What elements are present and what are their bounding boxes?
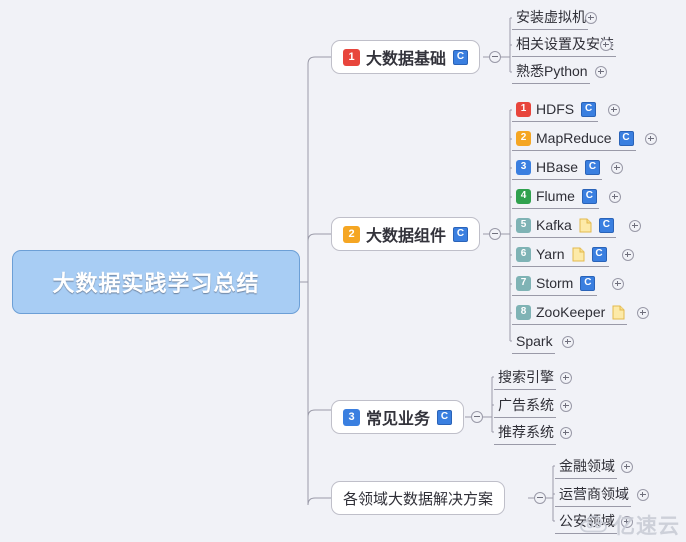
branch-label-2: 大数据组件 xyxy=(366,228,447,245)
expand-toggle-1-1[interactable] xyxy=(585,12,597,24)
c-icon[interactable]: C xyxy=(453,226,469,242)
collapse-toggle-branch-3[interactable] xyxy=(471,411,483,423)
leaf-badge: 7 xyxy=(516,275,531,291)
expand-toggle-3-1[interactable] xyxy=(560,372,572,384)
leaf-badge: 8 xyxy=(516,304,531,320)
leaf-node-2-3[interactable]: 3 HBase C xyxy=(512,156,603,180)
leaf-label: Kafka xyxy=(536,217,572,233)
leaf-node-3-1[interactable]: 搜索引擎 xyxy=(494,366,556,390)
leaf-node-1-3[interactable]: 熟悉Python xyxy=(512,60,590,84)
watermark: 亿速云 xyxy=(579,510,680,540)
expand-toggle-4-2[interactable] xyxy=(637,489,649,501)
leaf-node-2-6[interactable]: 6 Yarn C xyxy=(512,243,609,267)
branch-badge-3: 3 xyxy=(343,408,360,426)
leaf-label: HDFS xyxy=(536,101,575,117)
leaf-badge: 1 xyxy=(516,101,531,117)
leaf-label: Spark xyxy=(516,333,553,349)
collapse-toggle-branch-4[interactable] xyxy=(534,492,546,504)
note-icon[interactable] xyxy=(572,247,585,262)
c-icon[interactable]: C xyxy=(581,101,597,117)
leaf-badge: 4 xyxy=(516,188,531,204)
branch-node-3[interactable]: 3 常见业务 C xyxy=(331,400,465,434)
root-node[interactable]: 大数据实践学习总结 xyxy=(12,250,300,314)
cloud-icon xyxy=(580,515,607,533)
leaf-badge: 2 xyxy=(516,130,531,146)
collapse-toggle-branch-1[interactable] xyxy=(489,51,501,63)
leaf-label: 广告系统 xyxy=(498,397,554,413)
leaf-label: 运营商领域 xyxy=(559,486,629,502)
branch-label-3: 常见业务 xyxy=(366,411,431,428)
expand-toggle-2-1[interactable] xyxy=(608,104,620,116)
leaf-node-2-7[interactable]: 7 Storm C xyxy=(512,272,598,296)
leaf-node-1-1[interactable]: 安装虚拟机 xyxy=(512,6,588,30)
leaf-node-2-1[interactable]: 1 HDFS C xyxy=(512,98,599,122)
expand-toggle-3-3[interactable] xyxy=(560,427,572,439)
leaf-label: ZooKeeper xyxy=(536,304,606,320)
leaf-node-2-8[interactable]: 8 ZooKeeper xyxy=(512,301,628,325)
leaf-label: 金融领域 xyxy=(559,458,615,474)
leaf-label: 熟悉Python xyxy=(516,63,588,79)
leaf-node-2-4[interactable]: 4 Flume C xyxy=(512,185,599,209)
expand-toggle-2-6[interactable] xyxy=(622,249,634,261)
leaf-badge: 5 xyxy=(516,217,531,233)
expand-toggle-2-8[interactable] xyxy=(637,307,649,319)
expand-toggle-2-9[interactable] xyxy=(562,336,574,348)
c-icon[interactable]: C xyxy=(598,217,614,233)
c-icon[interactable]: C xyxy=(453,49,469,65)
expand-toggle-2-2[interactable] xyxy=(645,133,657,145)
expand-toggle-2-4[interactable] xyxy=(609,191,621,203)
expand-toggle-3-2[interactable] xyxy=(560,400,572,412)
leaf-badge: 3 xyxy=(516,159,531,175)
leaf-node-2-2[interactable]: 2 MapReduce C xyxy=(512,127,636,151)
leaf-label: Storm xyxy=(536,275,574,291)
leaf-label: HBase xyxy=(536,159,579,175)
note-icon[interactable] xyxy=(579,218,592,233)
root-node-label: 大数据实践学习总结 xyxy=(52,271,260,296)
c-icon[interactable]: C xyxy=(581,188,597,204)
branch-badge-2: 2 xyxy=(343,225,360,243)
watermark-text: 亿速云 xyxy=(614,515,680,538)
mindmap-canvas: 大数据实践学习总结 1 大数据基础 C 安装虚拟机 相关设置及安装 熟悉Pyth… xyxy=(0,0,686,542)
c-icon[interactable]: C xyxy=(585,159,601,175)
leaf-label: 推荐系统 xyxy=(498,424,554,440)
leaf-label: 安装虚拟机 xyxy=(516,9,586,25)
leaf-node-3-3[interactable]: 推荐系统 xyxy=(494,421,556,445)
leaf-node-2-5[interactable]: 5 Kafka C xyxy=(512,214,616,238)
leaf-label: Flume xyxy=(536,188,575,204)
leaf-node-3-2[interactable]: 广告系统 xyxy=(494,394,556,418)
expand-toggle-1-2[interactable] xyxy=(600,39,612,51)
leaf-badge: 6 xyxy=(516,246,531,262)
leaf-label: Yarn xyxy=(536,246,565,262)
c-icon[interactable]: C xyxy=(580,275,596,291)
branch-label-1: 大数据基础 xyxy=(366,51,447,68)
leaf-node-2-9[interactable]: Spark xyxy=(512,330,555,354)
c-icon[interactable]: C xyxy=(591,246,607,262)
branch-node-4[interactable]: 各领域大数据解决方案 xyxy=(331,481,506,515)
expand-toggle-2-7[interactable] xyxy=(612,278,624,290)
c-icon[interactable]: C xyxy=(437,409,453,425)
leaf-node-4-2[interactable]: 运营商领域 xyxy=(555,483,631,507)
branch-node-2[interactable]: 2 大数据组件 C xyxy=(331,217,481,251)
branch-label-4: 各领域大数据解决方案 xyxy=(343,490,494,508)
branch-node-1[interactable]: 1 大数据基础 C xyxy=(331,40,481,74)
expand-toggle-2-5[interactable] xyxy=(629,220,641,232)
leaf-label: 搜索引擎 xyxy=(498,369,554,385)
c-icon[interactable]: C xyxy=(618,130,634,146)
leaf-node-4-1[interactable]: 金融领域 xyxy=(555,455,617,479)
expand-toggle-2-3[interactable] xyxy=(611,162,623,174)
expand-toggle-1-3[interactable] xyxy=(595,66,607,78)
collapse-toggle-branch-2[interactable] xyxy=(489,228,501,240)
branch-badge-1: 1 xyxy=(343,48,360,66)
leaf-label: MapReduce xyxy=(536,130,612,146)
expand-toggle-4-1[interactable] xyxy=(621,461,633,473)
note-icon[interactable] xyxy=(612,305,625,320)
